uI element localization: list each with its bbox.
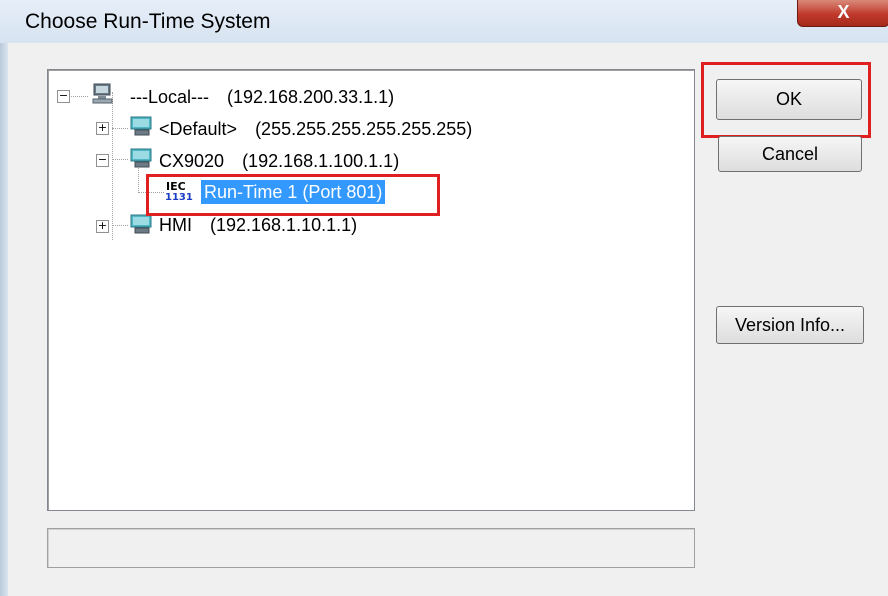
runtime-tree[interactable]: − ---Local--- (192.168.200.33.1.1) + <De…: [47, 69, 695, 511]
tree-item-address: (255.255.255.255.255.255): [255, 118, 473, 139]
device-icon: [130, 148, 152, 168]
tree-connector: [112, 92, 113, 240]
tree-item-address: (192.168.1.100.1.1): [242, 150, 400, 171]
tree-item-label: <Default>: [159, 118, 238, 139]
title-bar[interactable]: Choose Run-Time System X: [0, 0, 888, 43]
device-icon: [130, 214, 152, 234]
tree-item-default[interactable]: <Default> (255.255.255.255.255.255): [159, 116, 472, 142]
version-info-button[interactable]: Version Info...: [716, 306, 864, 344]
tree-item-label: CX9020: [159, 150, 225, 171]
tree-connector: [138, 165, 139, 193]
device-icon: [130, 116, 152, 136]
computer-icon: [92, 83, 113, 104]
tree-connector: [112, 159, 128, 160]
tree-item-local[interactable]: ---Local--- (192.168.200.33.1.1): [130, 84, 394, 110]
tree-item-cx9020[interactable]: CX9020 (192.168.1.100.1.1): [159, 148, 399, 174]
cancel-button[interactable]: Cancel: [718, 136, 862, 172]
window-frame: [0, 43, 8, 596]
expand-toggle[interactable]: +: [96, 220, 109, 233]
tree-item-label: HMI: [159, 214, 192, 235]
tree-item-label: ---Local---: [130, 86, 209, 107]
expand-toggle[interactable]: +: [96, 122, 109, 135]
highlight-frame-runtime: [146, 174, 440, 216]
window-title: Choose Run-Time System: [25, 10, 271, 33]
close-button[interactable]: X: [797, 0, 888, 27]
tree-item-address: (192.168.1.10.1.1): [210, 214, 358, 235]
collapse-toggle[interactable]: −: [57, 90, 70, 103]
tree-connector: [112, 225, 128, 226]
tree-connector: [112, 128, 128, 129]
status-field: [47, 528, 695, 568]
collapse-toggle[interactable]: −: [96, 154, 109, 167]
tree-item-address: (192.168.200.33.1.1): [227, 86, 395, 107]
highlight-frame-ok: [701, 62, 871, 138]
tree-connector: [68, 96, 88, 97]
